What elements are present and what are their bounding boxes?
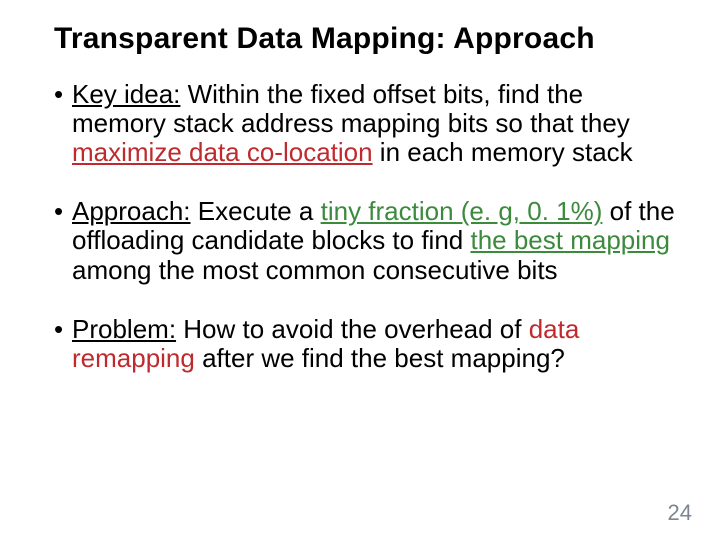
bullet-text: How to avoid the overhead of: [176, 314, 529, 344]
bullet-label: Approach:: [72, 196, 191, 226]
bullet-approach: • Approach: Execute a tiny fraction (e. …: [54, 197, 676, 284]
bullet-text: among the most common consecutive bits: [72, 255, 558, 285]
bullet-text: in each memory stack: [373, 137, 633, 167]
slide-title: Transparent Data Mapping: Approach: [54, 22, 676, 56]
bullet-dot-icon: •: [54, 197, 63, 226]
bullet-text: Execute a: [191, 196, 321, 226]
bullet-dot-icon: •: [54, 315, 63, 344]
slide: Transparent Data Mapping: Approach • Key…: [0, 0, 720, 540]
page-number: 24: [668, 500, 692, 526]
bullet-dot-icon: •: [54, 80, 63, 109]
bullet-list: • Key idea: Within the fixed offset bits…: [54, 80, 676, 373]
bullet-highlight: the best mapping: [470, 225, 669, 255]
bullet-highlight: maximize data co-location: [72, 137, 373, 167]
bullet-problem: • Problem: How to avoid the overhead of …: [54, 315, 676, 373]
bullet-text: after we find the best mapping?: [195, 343, 565, 373]
bullet-key-idea: • Key idea: Within the fixed offset bits…: [54, 80, 676, 167]
bullet-highlight: tiny fraction (e. g, 0. 1%): [321, 196, 603, 226]
bullet-label: Problem:: [72, 314, 176, 344]
bullet-label: Key idea:: [72, 79, 180, 109]
